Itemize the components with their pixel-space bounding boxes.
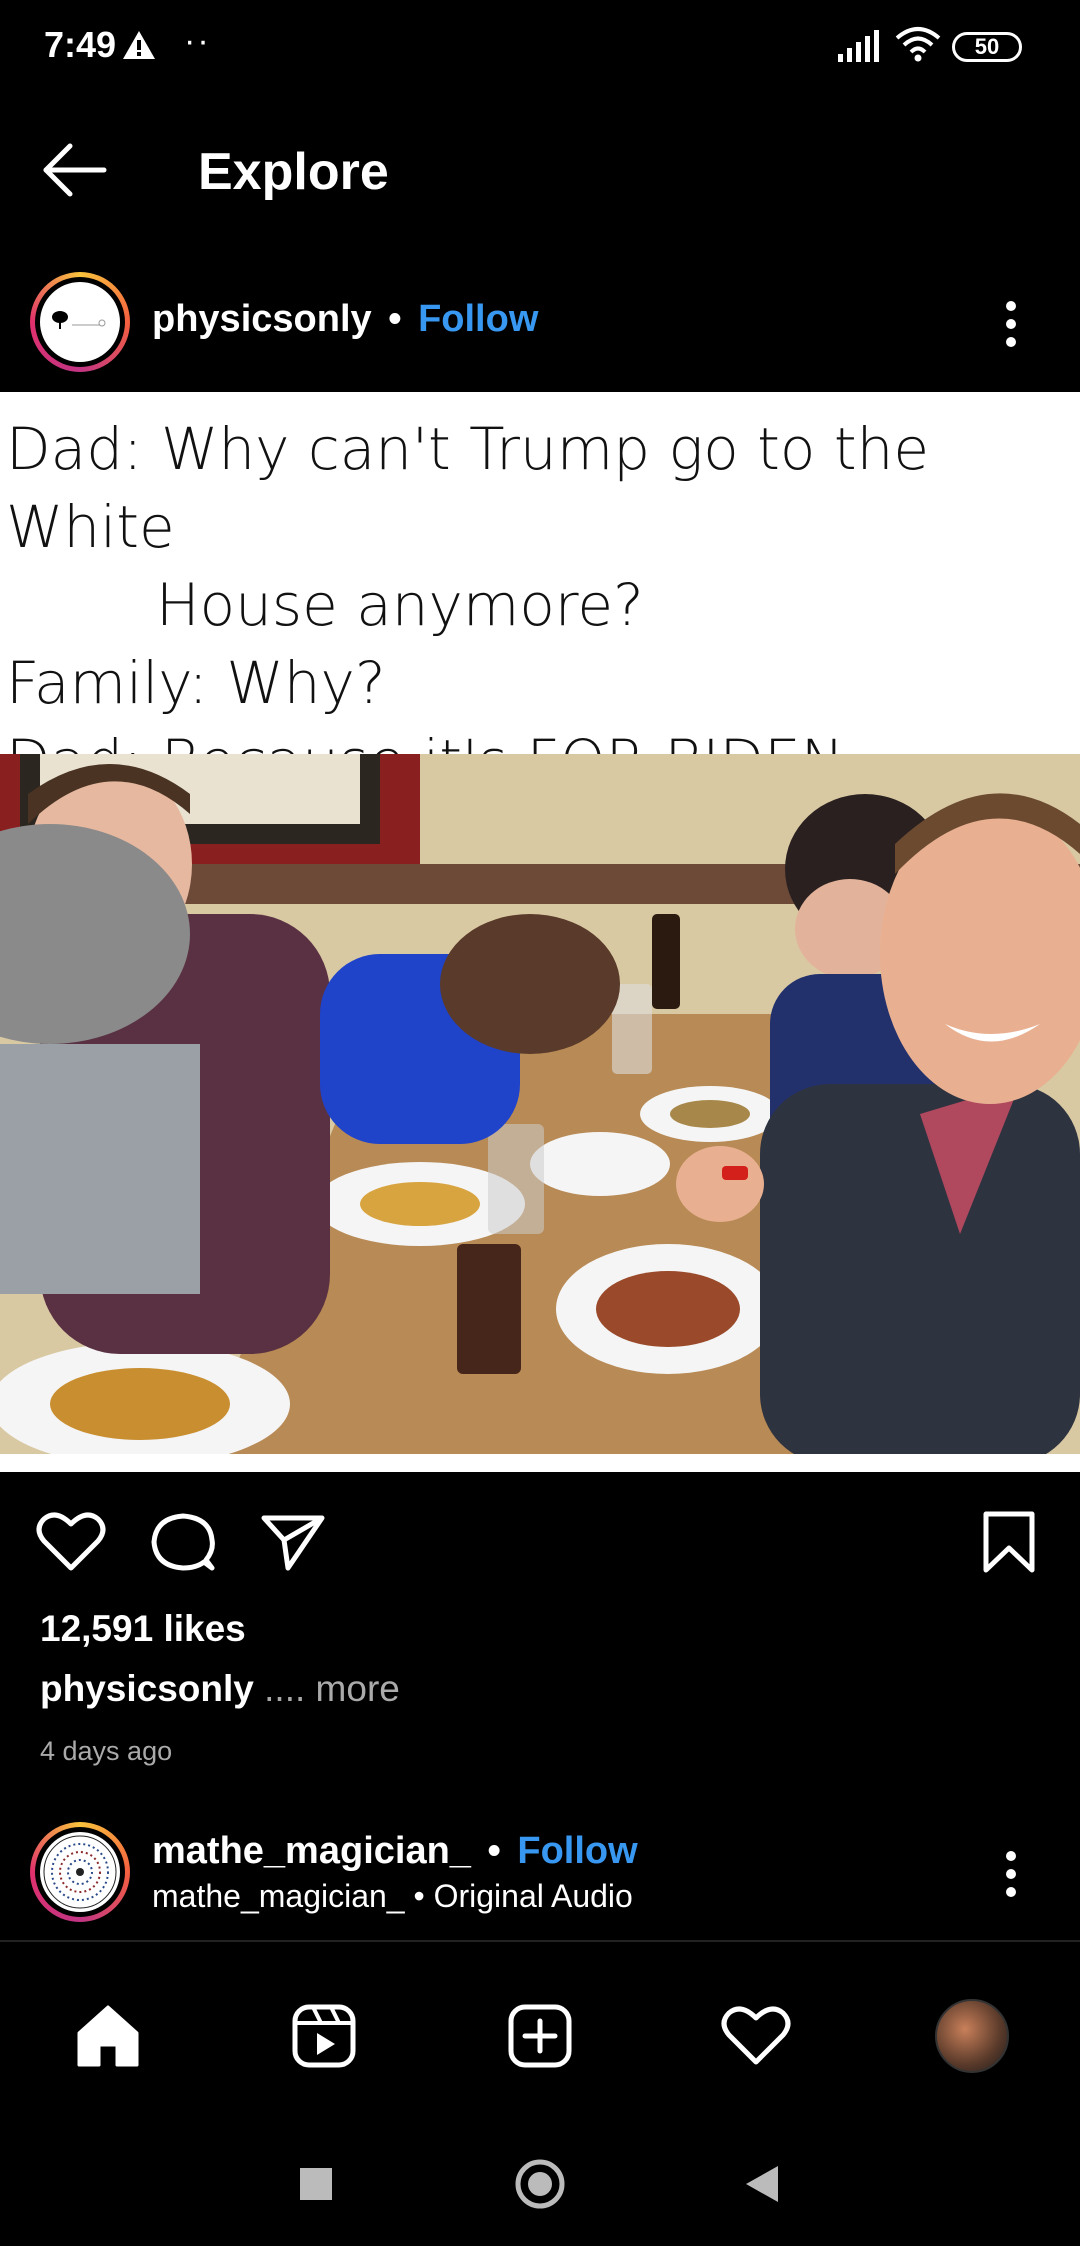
profile-avatar (935, 1999, 1009, 2073)
add-post-icon (508, 2004, 572, 2068)
top-bar: Explore (0, 118, 1080, 224)
nav-reels[interactable] (284, 1996, 364, 2076)
bottom-nav (0, 1966, 1080, 2116)
post-timestamp: 4 days ago (40, 1736, 173, 1766)
next-separator-dot: • (487, 1830, 501, 1872)
system-nav-bar (0, 2126, 1080, 2246)
recents-square-icon[interactable] (298, 2166, 334, 2202)
activity-heart-icon (721, 2006, 791, 2065)
post-header: physicsonly • Follow (0, 268, 1080, 388)
status-time: 7:49 (44, 24, 117, 65)
next-user-line: mathe_magician_ • Follow (152, 1830, 638, 1873)
post-actions (0, 1500, 1080, 1580)
caption-username[interactable]: physicsonly (40, 1668, 254, 1709)
avatar (40, 282, 120, 362)
nav-create[interactable] (500, 1996, 580, 2076)
battery-level: 50 (974, 34, 1000, 59)
home-icon (77, 2005, 139, 2067)
back-arrow-icon[interactable] (40, 140, 110, 200)
next-follow-button[interactable]: Follow (517, 1830, 637, 1872)
back-triangle-icon[interactable] (744, 2164, 780, 2204)
status-bar: 7:49 ·· 50 (0, 0, 1080, 96)
tree-logo-icon (52, 311, 106, 329)
next-post-header: mathe_magician_ • Follow mathe_magician_… (0, 1822, 1080, 1942)
battery-icon: 50 (952, 32, 1022, 62)
nav-home[interactable] (68, 1996, 148, 2076)
meme-line-1: Dad: Why can't Trump go to the White (6, 415, 930, 561)
nav-activity[interactable] (716, 1996, 796, 2076)
nav-profile[interactable] (932, 1996, 1012, 2076)
notification-dots-icon: ·· (184, 22, 211, 60)
alert-icon (123, 31, 155, 59)
follow-button[interactable]: Follow (418, 298, 538, 340)
home-circle-icon[interactable] (514, 2158, 566, 2210)
meme-line-2: House anymore? (156, 571, 644, 639)
spiral-pattern-icon (43, 1835, 117, 1909)
page-title: Explore (198, 143, 389, 201)
story-avatar[interactable] (30, 272, 130, 372)
reels-icon (292, 2004, 356, 2068)
caption-more-link[interactable]: more (305, 1668, 400, 1709)
more-options-icon[interactable] (996, 294, 1026, 354)
next-avatar (40, 1832, 120, 1912)
comment-icon[interactable] (148, 1510, 218, 1574)
audio-label[interactable]: mathe_magician_ • Original Audio (152, 1878, 633, 1915)
meme-line-3: Family: Why? (6, 649, 386, 717)
caption: physicsonly .... more (40, 1668, 400, 1710)
signal-icon (838, 30, 879, 62)
save-bookmark-icon[interactable] (974, 1510, 1044, 1574)
post-username[interactable]: physicsonly (152, 298, 372, 340)
divider (0, 1940, 1080, 1942)
next-more-options-icon[interactable] (996, 1844, 1026, 1904)
share-icon[interactable] (258, 1510, 328, 1574)
dinner-photo (0, 754, 1080, 1464)
wifi-icon (895, 27, 941, 62)
like-heart-icon[interactable] (36, 1510, 106, 1574)
separator-dot: • (388, 298, 402, 340)
next-story-avatar[interactable] (30, 1822, 130, 1922)
meme-text: Dad: Why can't Trump go to the White Hou… (6, 410, 1080, 800)
post-user-line: physicsonly • Follow (152, 298, 538, 341)
post-image[interactable]: Dad: Why can't Trump go to the White Hou… (0, 392, 1080, 1472)
likes-count[interactable]: 12,591 likes (40, 1608, 246, 1650)
next-username[interactable]: mathe_magician_ (152, 1830, 471, 1872)
caption-ellipsis: .... (253, 1668, 306, 1709)
